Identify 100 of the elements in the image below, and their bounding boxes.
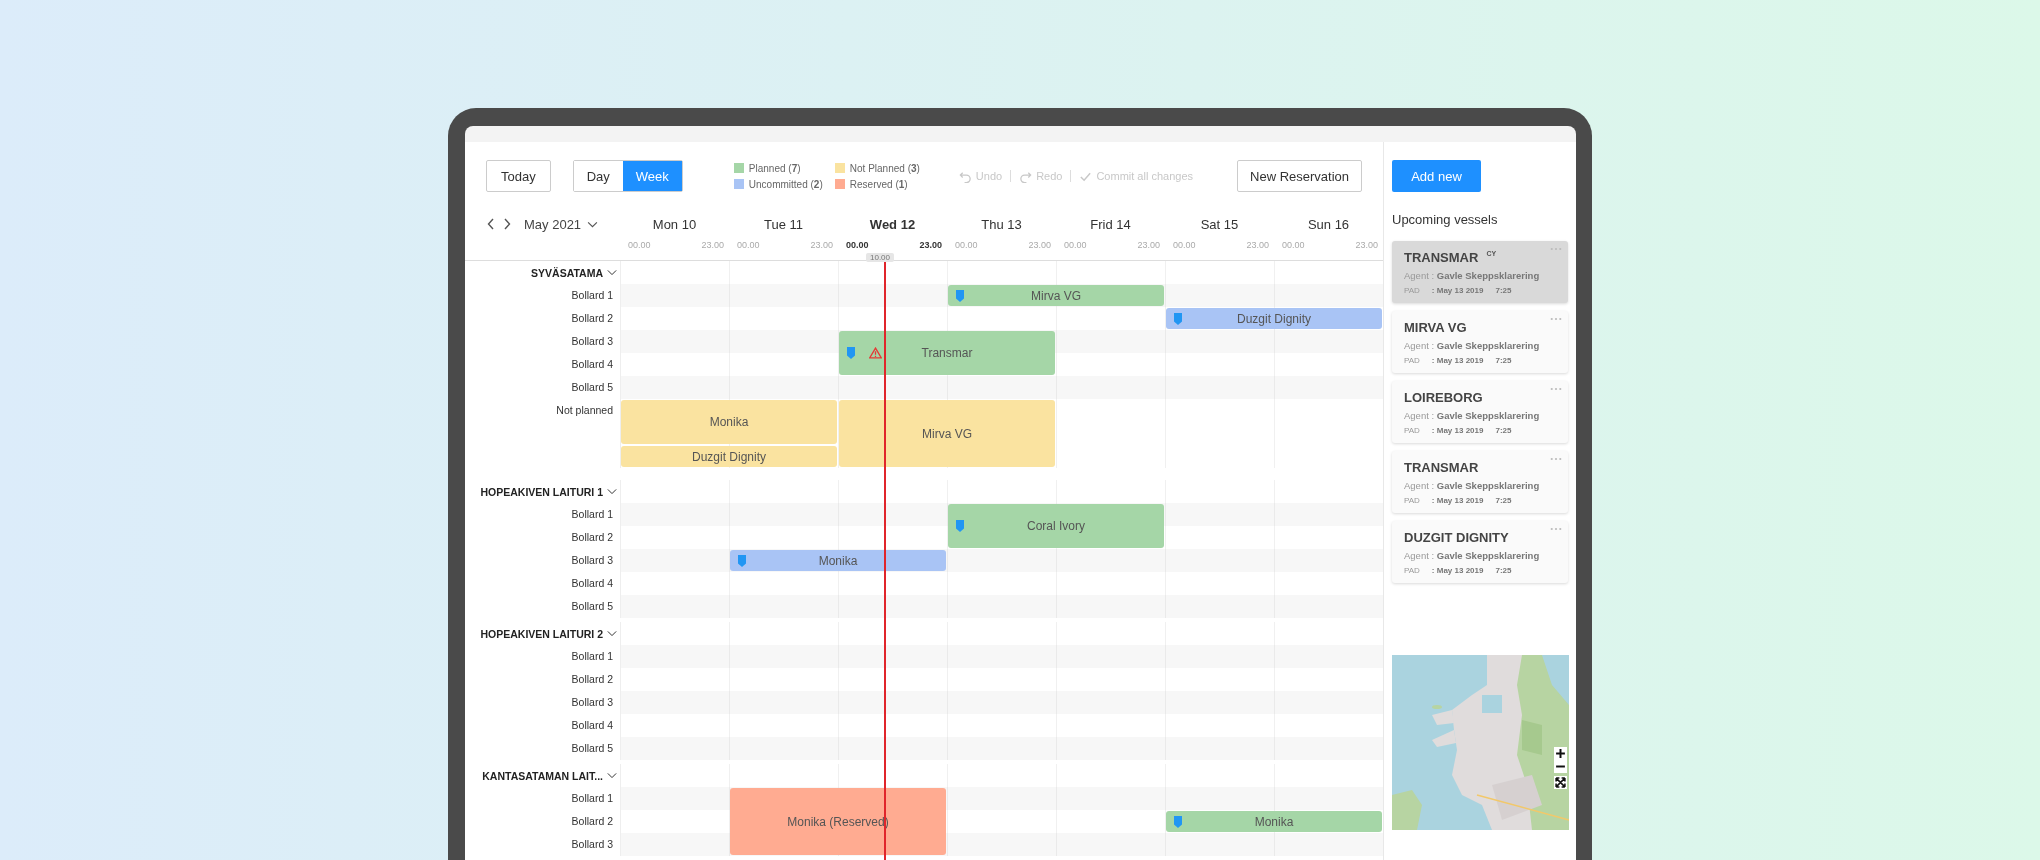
new-reservation-button[interactable]: New Reservation [1237, 160, 1362, 192]
pad-label: PAD [1404, 496, 1420, 505]
booking-label: Monika [1254, 814, 1294, 829]
vessel-card[interactable]: LOIREBORG Agent : Gavle Skeppsklarering PAD : May 13 2019 7:25 [1392, 381, 1568, 443]
bollard-label: Bollard 2 [570, 814, 614, 829]
booking-label: Mirva VG [1031, 288, 1081, 303]
fullscreen-icon [1555, 777, 1566, 788]
add-new-button[interactable]: Add new [1392, 160, 1481, 192]
view-tab[interactable]: Week [622, 161, 682, 191]
booking-label: Transmar [921, 346, 973, 360]
vessel-name: TRANSMAR [1404, 460, 1479, 475]
pad-time: 7:25 [1495, 286, 1512, 295]
day-label: Tue 11 [764, 217, 803, 232]
booking-bar[interactable]: Coral Ivory [948, 504, 1164, 548]
vessel-card[interactable]: MIRVA VG Agent : Gavle Skeppsklarering PAD : May 13 2019 7:25 [1392, 311, 1568, 373]
pad-time: 7:25 [1495, 566, 1512, 575]
time-label: 00.00 [737, 240, 760, 250]
bollard-label: Bollard 3 [570, 837, 614, 852]
time-label: 23.00 [1355, 240, 1378, 250]
vessel-card[interactable]: TRANSMAR Agent : Gavle Skeppsklarering PAD : May 13 2019 7:25 [1392, 451, 1568, 513]
berth-name: SYVÄSATAMA [531, 266, 603, 279]
bollard-label: Bollard 1 [570, 649, 614, 664]
booking-bar[interactable]: Mirva VG [839, 400, 1055, 467]
pad-date: : May 13 2019 [1431, 356, 1484, 365]
bollard-label: Bollard 4 [570, 357, 614, 372]
time-label: 23.00 [1028, 240, 1051, 250]
booking-label: Duzgit Dignity [692, 449, 766, 464]
bollard-label: Bollard 5 [570, 599, 614, 614]
booking-bar[interactable]: Monika [621, 400, 837, 444]
bollard-label: Bollard 2 [570, 672, 614, 687]
agent-text: Agent : Gavle Skeppsklarering [1404, 550, 1541, 561]
time-label: 00.00 [846, 240, 869, 250]
vessel-name: LOIREBORG [1404, 390, 1483, 405]
booking-bar[interactable]: Transmar [839, 331, 1055, 375]
booking-label: Duzgit Dignity [1237, 311, 1311, 326]
panel-title: Upcoming vessels [1392, 212, 1499, 227]
berth-name: HOPEAKIVEN LAITURI 2 [480, 627, 603, 640]
time-label: 00.00 [628, 240, 651, 250]
booking-bar[interactable]: Monika [730, 550, 946, 571]
pad-label: PAD [1404, 356, 1420, 365]
fullscreen-button[interactable] [1554, 776, 1567, 789]
bollard-label: Bollard 3 [570, 334, 614, 349]
berth-name: KANTASATAMAN LAIT... [482, 769, 603, 782]
zoom-out-button[interactable] [1554, 760, 1567, 773]
agent-text: Agent : Gavle Skeppsklarering [1404, 480, 1541, 491]
vessel-name: DUZGIT DIGNITY [1404, 530, 1509, 545]
previous-icon[interactable] [486, 217, 496, 231]
legend-label: Uncommitted (2) [748, 178, 823, 190]
pad-label: PAD [1404, 286, 1420, 295]
time-label: 23.00 [1246, 240, 1269, 250]
time-label: 23.00 [810, 240, 833, 250]
day-label: Sat 15 [1200, 217, 1239, 232]
next-icon[interactable] [502, 217, 512, 231]
time-label: 23.00 [919, 240, 942, 250]
time-label: 23.00 [701, 240, 724, 250]
legend-label: Planned (7) [748, 162, 801, 174]
day-label: Thu 13 [981, 217, 1022, 232]
pad-time: 7:25 [1495, 426, 1512, 435]
vessel-name: MIRVA VG [1404, 320, 1467, 335]
bollard-label: Bollard 1 [570, 288, 614, 303]
pad-label: PAD [1404, 566, 1420, 575]
pad-label: PAD [1404, 426, 1420, 435]
booking-bar[interactable]: Mirva VG [948, 285, 1164, 306]
agent-text: Agent : Gavle Skeppsklarering [1404, 410, 1541, 421]
booking-bar[interactable]: Duzgit Dignity [621, 446, 837, 467]
day-label: Frid 14 [1090, 217, 1131, 232]
day-label: Mon 10 [652, 217, 697, 232]
vessel-card[interactable]: DUZGIT DIGNITY Agent : Gavle Skeppsklarering PAD : May 13 2019 7:25 [1392, 521, 1568, 583]
legend-label: Not Planned (3) [849, 162, 920, 174]
booking-label: Coral Ivory [1027, 519, 1085, 533]
bollard-label: Bollard 2 [570, 311, 614, 326]
day-label: Wed 12 [869, 217, 916, 232]
bollard-label: Not planned [555, 403, 614, 418]
chevron-down-icon[interactable] [607, 269, 617, 276]
time-label: 00.00 [1173, 240, 1196, 250]
chevron-down-icon [587, 220, 599, 228]
pad-date: : May 13 2019 [1431, 566, 1484, 575]
booking-bar[interactable]: Monika [1166, 811, 1382, 832]
berth-name: HOPEAKIVEN LAITURI 1 [480, 485, 603, 498]
chevron-down-icon[interactable] [607, 630, 617, 637]
agent-text: Agent : Gavle Skeppsklarering [1404, 340, 1541, 351]
chevron-down-icon[interactable] [607, 488, 617, 495]
bollard-label: Bollard 1 [570, 507, 614, 522]
pad-time: 7:25 [1495, 356, 1512, 365]
bollard-label: Bollard 3 [570, 695, 614, 710]
current-time-tag: 10.00 [866, 253, 895, 262]
agent-text: Agent : Gavle Skeppsklarering [1404, 270, 1541, 281]
bollard-label: Bollard 5 [570, 380, 614, 395]
bollard-label: Bollard 2 [570, 530, 614, 545]
bollard-label: Bollard 5 [570, 741, 614, 756]
month-picker[interactable]: May 2021 [524, 217, 599, 231]
zoom-in-button[interactable] [1554, 747, 1567, 760]
booking-bar[interactable]: Duzgit Dignity [1166, 308, 1382, 329]
chevron-down-icon[interactable] [607, 772, 617, 779]
time-label: 23.00 [1137, 240, 1160, 250]
time-label: 00.00 [1282, 240, 1305, 250]
pad-date: : May 13 2019 [1431, 286, 1484, 295]
booking-label: Monika [709, 415, 749, 429]
day-label: Sun 16 [1307, 217, 1350, 232]
today-button[interactable]: Today [486, 160, 551, 192]
